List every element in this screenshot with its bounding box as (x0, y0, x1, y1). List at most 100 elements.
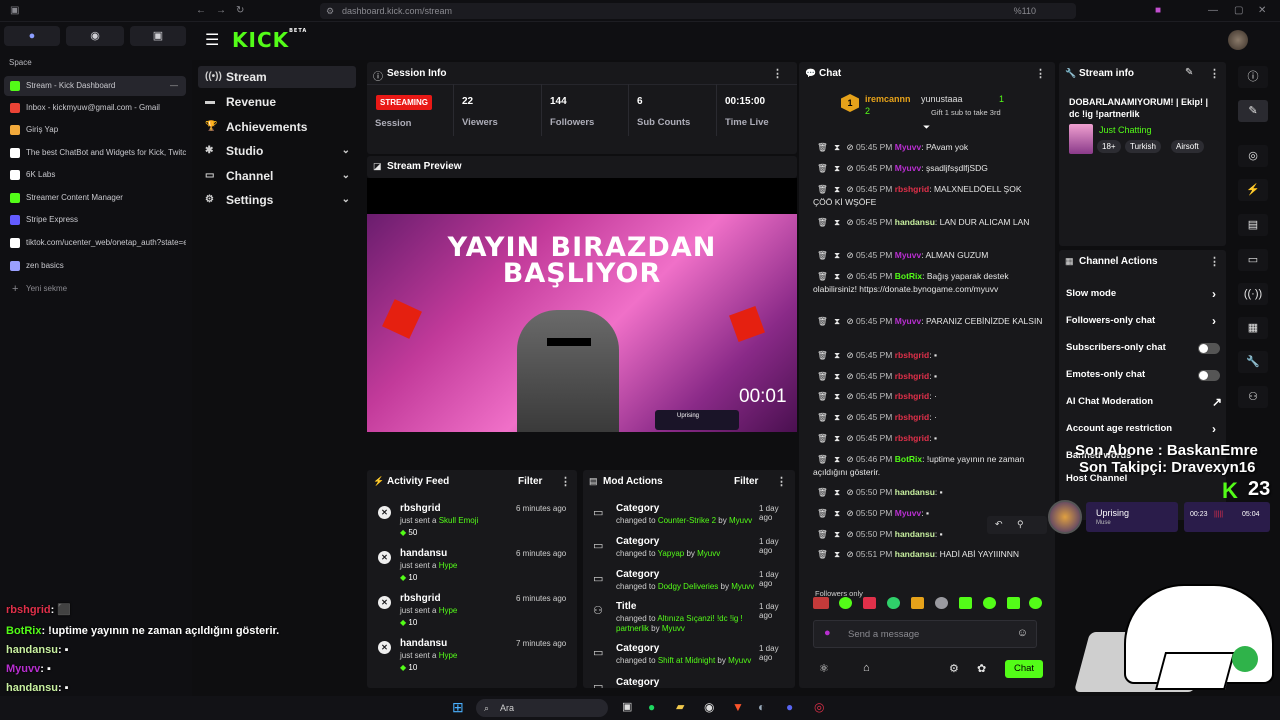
timeout-icon[interactable]: ⧗ (834, 250, 842, 260)
send-chat-button[interactable]: Chat (1005, 660, 1043, 678)
emote-10[interactable] (1029, 597, 1042, 609)
ban-icon[interactable]: ⊘ (847, 508, 856, 518)
nav-item-channel[interactable]: ▭ Channel ⌄ (198, 165, 356, 187)
ban-icon[interactable]: ⊘ (847, 412, 856, 422)
channel-action-subscribers-only-chat[interactable]: Subscribers-only chat (1066, 342, 1226, 356)
browser-tab[interactable]: The best ChatBot and Widgets for Kick, T… (4, 143, 186, 163)
chat-username[interactable]: handansu (895, 217, 935, 227)
steam-icon[interactable]: ◐ (758, 700, 765, 714)
delete-icon[interactable]: 🗑 (817, 350, 830, 360)
timeout-icon[interactable]: ⧗ (834, 163, 842, 173)
emote-9[interactable] (1007, 597, 1020, 609)
delete-icon[interactable]: 🗑 (817, 549, 830, 559)
emote-7[interactable] (959, 597, 972, 609)
browser-tab[interactable]: tiktok.com/ucenter_web/onetap_auth?state… (4, 233, 186, 253)
delete-icon[interactable]: 🗑 (817, 184, 830, 194)
timeout-icon[interactable]: ⧗ (834, 412, 842, 422)
chevron-down-icon[interactable]: ⌄ (342, 189, 350, 211)
channel-actions-menu-icon[interactable]: ⋮ (1209, 255, 1220, 268)
rail-people-icon[interactable]: ⚇ (1238, 386, 1268, 408)
browser-tab[interactable]: Streamer Content Manager (4, 188, 186, 208)
ban-icon[interactable]: ⊘ (847, 391, 856, 401)
ban-icon[interactable]: ⊘ (847, 316, 856, 326)
stream-preview-video[interactable]: YAYIN BIRAZDAN BAŞLIYOR 00:01 Uprising (367, 214, 797, 432)
chat-message[interactable]: 🗑 ⧗ ⊘ 05:45 PM Myuvv: PARANIZ CEBİNİZDE … (813, 315, 1043, 328)
channel-action-slow-mode[interactable]: Slow mode › (1066, 287, 1226, 302)
brave-icon[interactable]: ▼ (732, 700, 744, 714)
chat-username[interactable]: handansu (895, 487, 935, 497)
chevron-down-icon[interactable]: ⌄ (342, 165, 350, 187)
channel-action-ai-chat-moderation[interactable]: AI Chat Moderation ↗ (1066, 395, 1226, 410)
session-menu-icon[interactable]: ⋮ (772, 67, 783, 80)
extension-icon[interactable]: ■ (1155, 0, 1161, 22)
delete-icon[interactable]: 🗑 (817, 163, 830, 173)
new-tab-button[interactable]: + Yeni sekme (4, 279, 186, 299)
obs-icon[interactable]: ◎ (814, 700, 824, 714)
timeout-icon[interactable]: ⧗ (834, 184, 842, 194)
timeout-icon[interactable]: ⧗ (834, 316, 842, 326)
chat-username[interactable]: rbshgrid (895, 433, 929, 443)
chat-message[interactable]: 🗑 ⧗ ⊘ 05:51 PM handansu: HADİ ABİ YAYIII… (813, 548, 1043, 561)
activity-user[interactable]: handansu (400, 638, 447, 649)
mod-action-item[interactable]: ▭ Category changed to Shift at Midnight by… (591, 643, 791, 677)
delete-icon[interactable]: 🗑 (817, 391, 830, 401)
chat-message[interactable]: 🗑 ⧗ ⊘ 05:45 PM handansu: LAN DUR ALICAM … (813, 216, 1043, 229)
channel-action-account-age-restriction[interactable]: Account age restriction › (1066, 422, 1226, 437)
browser-tab[interactable]: Giriş Yap (4, 120, 186, 140)
activity-item[interactable]: ✕ handansu just sent a Hype ◆ 10 6 minutes a… (376, 548, 572, 588)
rail-edit-icon[interactable]: ✎ (1238, 100, 1268, 122)
mod-action-item[interactable]: ▭ Category changed to Yapyap by Myuvv 1 day… (591, 536, 791, 570)
edit-icon[interactable]: ✎ (1185, 67, 1193, 78)
emoji-picker-icon[interactable]: ☺ (1017, 627, 1028, 639)
chat-message[interactable]: 🗑 ⧗ ⊘ 05:45 PM rbshgrid: ▪ (813, 370, 1043, 383)
activity-user[interactable]: handansu (400, 548, 447, 559)
external-link-icon[interactable]: ↗ (1212, 395, 1222, 409)
chevron-down-icon[interactable]: ⌄ (342, 140, 350, 162)
ban-icon[interactable]: ⊘ (847, 549, 856, 559)
delete-icon[interactable]: 🗑 (817, 250, 830, 260)
emote-3[interactable] (863, 597, 876, 609)
spotify-icon[interactable]: ● (648, 700, 655, 714)
chat-username[interactable]: Myuvv (895, 316, 921, 326)
stream-info-menu-icon[interactable]: ⋮ (1209, 67, 1220, 80)
chat-username[interactable]: rbshgrid (895, 391, 929, 401)
emote-6[interactable] (935, 597, 948, 609)
chat-username[interactable]: Myuvv (895, 142, 921, 152)
category-thumbnail[interactable] (1069, 124, 1093, 154)
rail-broadcast-icon[interactable]: ((·)) (1238, 283, 1268, 305)
pinned-discord[interactable]: ● (4, 26, 60, 46)
activity-menu-icon[interactable]: ⋮ (560, 475, 571, 488)
toggle-switch[interactable] (1198, 370, 1220, 381)
chevron-right-icon[interactable]: › (1212, 287, 1216, 301)
rail-stream-icon[interactable]: ◎ (1238, 145, 1268, 167)
activity-user[interactable]: rbshgrid (400, 503, 441, 514)
chat-message[interactable]: 🗑 ⧗ ⊘ 05:45 PM rbshgrid: ▪ (813, 349, 1043, 362)
chat-username[interactable]: rbshgrid (895, 184, 929, 194)
chat-message[interactable]: 🗑 ⧗ ⊘ 05:45 PM rbshgrid: ▪ (813, 432, 1043, 445)
delete-icon[interactable]: 🗑 (817, 316, 830, 326)
ban-icon[interactable]: ⊘ (847, 529, 856, 539)
chat-message[interactable]: 🗑 ⧗ ⊘ 05:45 PM rbshgrid: MALXNELDÖELL ŞO… (813, 183, 1043, 209)
sidebar-toggle-icon[interactable]: ▣ (10, 0, 19, 22)
close-icon[interactable]: ✕ (1258, 0, 1266, 22)
avatar[interactable] (1228, 30, 1248, 50)
ban-icon[interactable]: ⊘ (847, 184, 856, 194)
ban-icon[interactable]: ⊘ (847, 163, 856, 173)
chat-message[interactable]: 🗑 ⧗ ⊘ 05:46 PM BotRix: !uptime yayının n… (813, 453, 1043, 479)
browser-tab[interactable]: 6K Labs (4, 165, 186, 185)
emote-8[interactable] (983, 597, 996, 609)
taskbar-search[interactable]: ⌕ Ara (476, 699, 608, 717)
chat-message[interactable]: 🗑 ⧗ ⊘ 05:45 PM Myuvv: PAvam yok (813, 141, 1043, 154)
ban-icon[interactable]: ⊘ (847, 371, 856, 381)
chat-message[interactable]: 🗑 ⧗ ⊘ 05:45 PM Myuvv: şsadljfsşdlfjSDG (813, 162, 1043, 175)
nav-item-studio[interactable]: ✱ Studio ⌄ (198, 140, 356, 162)
ban-icon[interactable]: ⊘ (847, 217, 856, 227)
chat-username[interactable]: handansu (895, 549, 935, 559)
chat-username[interactable]: handansu (895, 529, 935, 539)
timeout-icon[interactable]: ⧗ (834, 529, 842, 539)
hamburger-menu-icon[interactable]: ☰ (205, 30, 219, 50)
chevron-right-icon[interactable]: › (1212, 422, 1216, 436)
pin-icon[interactable]: ⚲ (1017, 519, 1024, 530)
mod-action-item[interactable]: ▭ Category changed to Counter-Strike 2 by … (591, 503, 791, 537)
ban-icon[interactable]: ⊘ (847, 433, 856, 443)
